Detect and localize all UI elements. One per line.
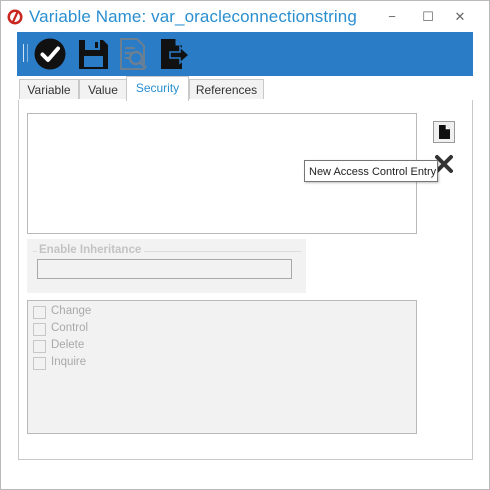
title-bar: Variable Name: var_oracleconnectionstrin… xyxy=(1,1,489,33)
find-document-icon[interactable] xyxy=(115,36,151,72)
change-checkbox[interactable] xyxy=(33,306,46,319)
inquire-checkbox[interactable] xyxy=(33,357,46,370)
save-icon[interactable] xyxy=(75,36,111,72)
permissions-group: Change Control Delete Inquire xyxy=(27,300,417,434)
new-document-icon xyxy=(439,125,450,139)
check-circle-icon[interactable] xyxy=(32,36,68,72)
tab-security[interactable]: Security xyxy=(126,76,189,101)
control-checkbox[interactable] xyxy=(33,323,46,336)
tab-variable[interactable]: Variable xyxy=(19,79,79,99)
new-ace-tooltip: New Access Control Entry xyxy=(304,160,438,182)
tab-value[interactable]: Value xyxy=(79,79,127,99)
inquire-label: Inquire xyxy=(51,356,87,368)
maximize-button[interactable]: ☐ xyxy=(413,7,443,27)
control-label: Control xyxy=(51,322,89,334)
delete-checkbox[interactable] xyxy=(33,340,46,353)
tab-references[interactable]: References xyxy=(189,79,264,99)
toolbar xyxy=(17,32,473,76)
toolbar-grip[interactable] xyxy=(23,44,28,62)
new-ace-button[interactable] xyxy=(433,121,455,143)
tab-bar: Variable Value Security References xyxy=(18,76,473,101)
change-label: Change xyxy=(51,305,92,317)
delete-label: Delete xyxy=(51,339,85,351)
close-button[interactable]: ✕ xyxy=(445,7,475,27)
app-logo-icon xyxy=(7,9,23,25)
inheritance-group: Enable Inheritance xyxy=(27,239,306,293)
variable-window: Variable Name: var_oracleconnectionstrin… xyxy=(0,0,490,490)
export-document-icon[interactable] xyxy=(156,36,192,72)
window-title: Variable Name: var_oracleconnectionstrin… xyxy=(29,7,357,26)
enable-inheritance-label: Enable Inheritance xyxy=(37,244,145,256)
minimize-button[interactable]: − xyxy=(377,7,407,27)
inheritance-field xyxy=(37,259,292,279)
